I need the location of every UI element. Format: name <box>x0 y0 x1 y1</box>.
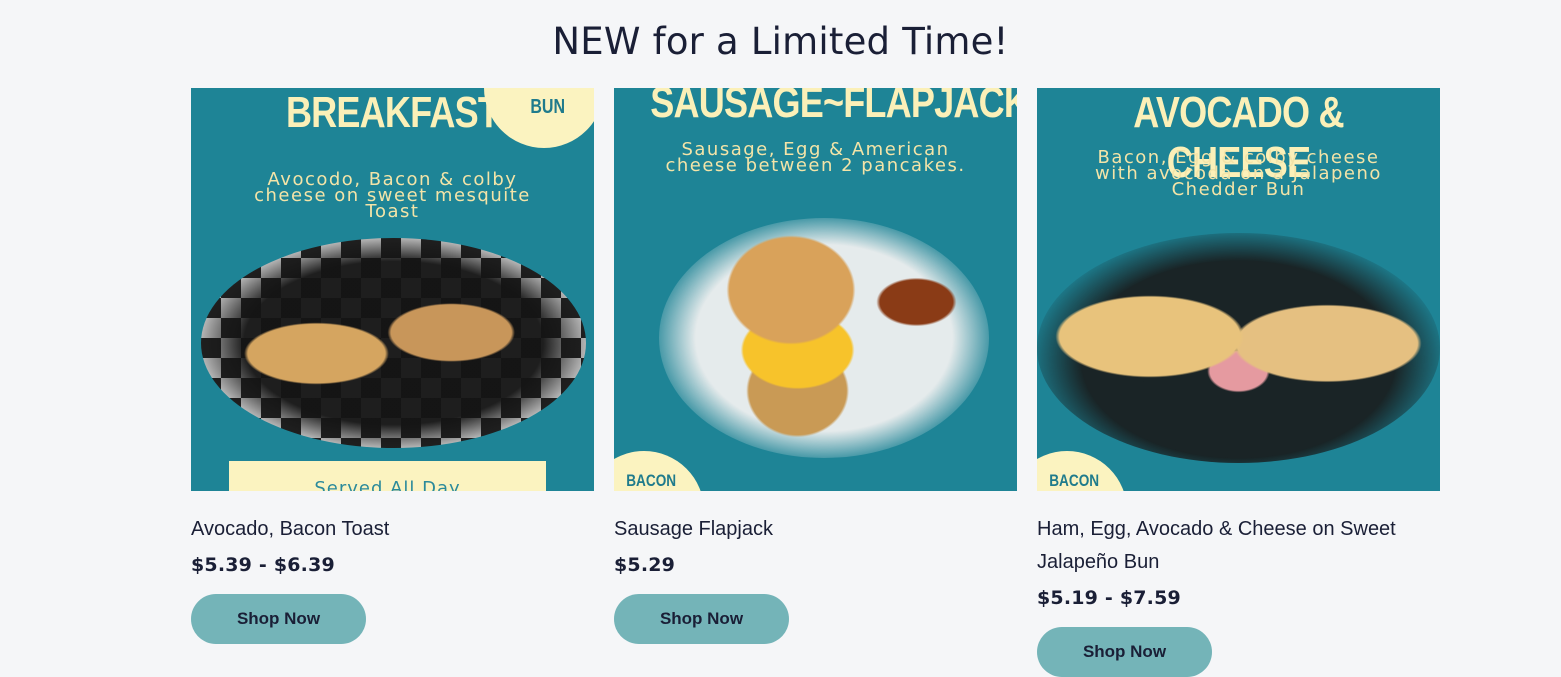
corner-badge: BUN <box>484 88 594 148</box>
shop-now-button[interactable]: Shop Now <box>1037 627 1212 677</box>
food-photo <box>201 238 586 448</box>
image-description: Avocodo, Bacon & colby cheese on sweet m… <box>254 169 531 222</box>
corner-badge: BACON <box>1037 451 1127 491</box>
product-image[interactable]: AVOCADO & CHEESE Bacon, Egg & colby chee… <box>1037 88 1440 491</box>
product-image[interactable]: SAUSAGE~FLAPJACK Sausage, Egg & American… <box>614 88 1017 491</box>
product-price: $5.19 - $7.59 <box>1037 587 1181 609</box>
food-photo <box>659 218 989 458</box>
section-title: NEW for a Limited Time! <box>552 20 1009 63</box>
food-photo <box>1037 233 1440 463</box>
shop-now-button[interactable]: Shop Now <box>191 594 366 644</box>
product-card: BREAKFAST Avocodo, Bacon & colby cheese … <box>191 88 594 677</box>
corner-badge: BACON <box>614 451 704 491</box>
image-description: Bacon, Egg & colby cheese with avocoda o… <box>1095 147 1382 200</box>
product-price: $5.29 <box>614 554 676 576</box>
product-grid: BREAKFAST Avocodo, Bacon & colby cheese … <box>191 88 1441 677</box>
product-card: AVOCADO & CHEESE Bacon, Egg & colby chee… <box>1037 88 1440 677</box>
corner-badge-label: BACON <box>1049 471 1100 490</box>
shop-now-button[interactable]: Shop Now <box>614 594 789 644</box>
corner-badge-label: BUN <box>530 96 566 118</box>
image-description: Sausage, Egg & American cheese between 2… <box>665 139 966 176</box>
product-image[interactable]: BREAKFAST Avocodo, Bacon & colby cheese … <box>191 88 594 491</box>
image-headline: SAUSAGE~FLAPJACK <box>650 88 1017 127</box>
product-name[interactable]: Sausage Flapjack <box>614 513 1017 546</box>
served-all-day-banner: Served All Day <box>229 461 546 491</box>
corner-badge-label: BACON <box>626 471 677 490</box>
product-name[interactable]: Avocado, Bacon Toast <box>191 513 594 546</box>
product-name[interactable]: Ham, Egg, Avocado & Cheese on Sweet Jala… <box>1037 513 1440 579</box>
product-price: $5.39 - $6.39 <box>191 554 335 576</box>
product-card: SAUSAGE~FLAPJACK Sausage, Egg & American… <box>614 88 1017 677</box>
